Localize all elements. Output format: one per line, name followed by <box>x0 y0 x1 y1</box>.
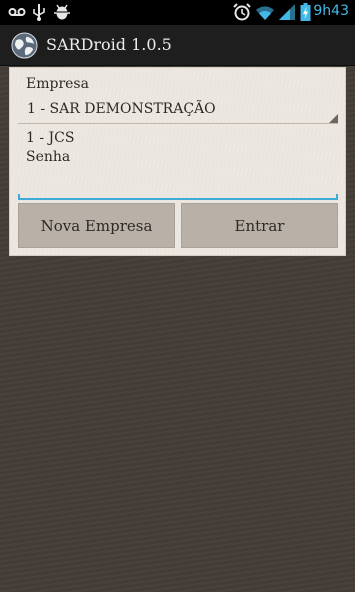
globe-icon <box>11 32 38 59</box>
android-debug-icon <box>54 4 70 20</box>
signal-icon <box>279 4 295 20</box>
login-panel: Empresa 1 - SAR DEMONSTRAÇÃO 1 - JCS Sen… <box>9 67 346 256</box>
battery-icon <box>300 3 311 21</box>
alarm-clock-icon <box>233 3 251 21</box>
user-label: 1 - JCS <box>26 130 75 146</box>
company-label: Empresa <box>26 76 89 92</box>
usb-icon <box>33 4 45 21</box>
status-clock: 9h43 <box>313 3 349 19</box>
app-bar: SARDroid 1.0.5 <box>0 25 355 66</box>
new-company-button[interactable]: Nova Empresa <box>18 203 175 248</box>
dropdown-arrow-icon <box>329 114 338 123</box>
status-bar: 9h43 <box>0 0 355 25</box>
app-title: SARDroid 1.0.5 <box>46 35 172 54</box>
voicemail-icon <box>8 8 26 16</box>
login-button[interactable]: Entrar <box>181 203 338 248</box>
company-selected-value: 1 - SAR DEMONSTRAÇÃO <box>27 101 216 117</box>
company-spinner[interactable]: 1 - SAR DEMONSTRAÇÃO <box>18 98 338 124</box>
password-label: Senha <box>26 149 71 165</box>
password-field[interactable] <box>18 174 338 200</box>
wifi-icon <box>256 6 274 20</box>
